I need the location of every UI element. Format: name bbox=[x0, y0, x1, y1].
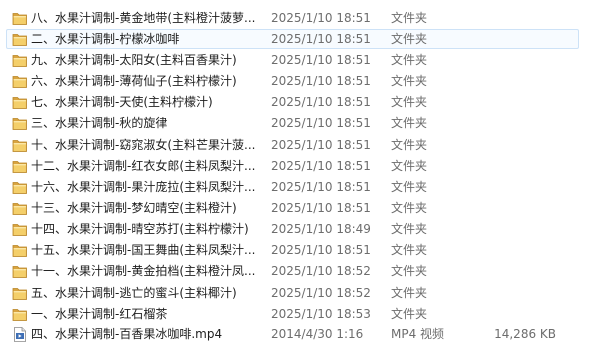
folder-icon bbox=[12, 243, 28, 258]
folder-row[interactable]: 三、水果汁调制-秋的旋律 2025/1/10 18:51 文件夹 bbox=[6, 113, 579, 133]
file-name: 一、水果汁调制-红石榴茶 bbox=[31, 307, 168, 321]
file-name: 十二、水果汁调制-红衣女郎(主料凤梨汁... bbox=[31, 159, 256, 173]
file-type: 文件夹 bbox=[391, 116, 428, 130]
file-type: 文件夹 bbox=[391, 159, 428, 173]
folder-icon bbox=[12, 286, 28, 301]
file-name: 九、水果汁调制-太阳女(主料百香果汁) bbox=[31, 53, 237, 67]
folder-row[interactable]: 六、水果汁调制-薄荷仙子(主料柠檬汁) 2025/1/10 18:51 文件夹 bbox=[6, 71, 579, 91]
modified-date: 2025/1/10 18:51 bbox=[271, 159, 371, 173]
folder-row[interactable]: 七、水果汁调制-天使(主料柠檬汁) 2025/1/10 18:51 文件夹 bbox=[6, 92, 579, 112]
file-type: 文件夹 bbox=[391, 53, 428, 67]
file-name: 二、水果汁调制-柠檬冰咖啡 bbox=[31, 32, 180, 46]
modified-date: 2025/1/10 18:51 bbox=[271, 95, 371, 109]
file-type: 文件夹 bbox=[391, 222, 428, 236]
file-type: MP4 视频 bbox=[391, 327, 445, 341]
file-name: 十一、水果汁调制-黄金拍档(主料橙汁凤... bbox=[31, 264, 256, 278]
folder-row[interactable]: 十一、水果汁调制-黄金拍档(主料橙汁凤... 2025/1/10 18:52 文件夹 bbox=[6, 261, 579, 281]
folder-row[interactable]: 八、水果汁调制-黄金地带(主料橙汁菠萝... 2025/1/10 18:51 文件夹 bbox=[6, 8, 579, 28]
file-type: 文件夹 bbox=[391, 32, 428, 46]
file-type: 文件夹 bbox=[391, 95, 428, 109]
folder-icon bbox=[12, 32, 28, 47]
file-name: 十四、水果汁调制-晴空苏打(主料柠檬汁) bbox=[31, 222, 249, 236]
folder-icon bbox=[12, 53, 28, 68]
modified-date: 2025/1/10 18:52 bbox=[271, 286, 371, 300]
file-list: 八、水果汁调制-黄金地带(主料橙汁菠萝... 2025/1/10 18:51 文件夹… bbox=[0, 0, 593, 354]
modified-date: 2014/4/30 1:16 bbox=[271, 327, 364, 341]
folder-icon bbox=[12, 180, 28, 195]
file-name: 十六、水果汁调制-果汁庞拉(主料凤梨汁... bbox=[31, 180, 256, 194]
file-type: 文件夹 bbox=[391, 138, 428, 152]
folder-icon bbox=[12, 138, 28, 153]
folder-row[interactable]: 十五、水果汁调制-国王舞曲(主料凤梨汁... 2025/1/10 18:51 文件夹 bbox=[6, 240, 579, 260]
modified-date: 2025/1/10 18:51 bbox=[271, 180, 371, 194]
folder-row[interactable]: 一、水果汁调制-红石榴茶 2025/1/10 18:53 文件夹 bbox=[6, 304, 579, 324]
file-name: 十五、水果汁调制-国王舞曲(主料凤梨汁... bbox=[31, 243, 256, 257]
modified-date: 2025/1/10 18:49 bbox=[271, 222, 371, 236]
modified-date: 2025/1/10 18:51 bbox=[271, 243, 371, 257]
file-name: 五、水果汁调制-逃亡的蜜斗(主料椰汁) bbox=[31, 286, 237, 300]
folder-row[interactable]: 二、水果汁调制-柠檬冰咖啡 2025/1/10 18:51 文件夹 bbox=[6, 29, 579, 49]
folder-icon bbox=[12, 307, 28, 322]
file-name: 六、水果汁调制-薄荷仙子(主料柠檬汁) bbox=[31, 74, 237, 88]
file-type: 文件夹 bbox=[391, 286, 428, 300]
modified-date: 2025/1/10 18:51 bbox=[271, 116, 371, 130]
modified-date: 2025/1/10 18:51 bbox=[271, 201, 371, 215]
folder-row[interactable]: 九、水果汁调制-太阳女(主料百香果汁) 2025/1/10 18:51 文件夹 bbox=[6, 50, 579, 70]
folder-icon bbox=[12, 264, 28, 279]
folder-icon bbox=[12, 116, 28, 131]
modified-date: 2025/1/10 18:51 bbox=[271, 138, 371, 152]
modified-date: 2025/1/10 18:53 bbox=[271, 307, 371, 321]
folder-icon bbox=[12, 222, 28, 237]
folder-icon bbox=[12, 159, 28, 174]
file-type: 文件夹 bbox=[391, 307, 428, 321]
folder-row[interactable]: 十四、水果汁调制-晴空苏打(主料柠檬汁) 2025/1/10 18:49 文件夹 bbox=[6, 219, 579, 239]
file-name: 十、水果汁调制-窈窕淑女(主料芒果汁菠... bbox=[31, 138, 256, 152]
modified-date: 2025/1/10 18:51 bbox=[271, 32, 371, 46]
modified-date: 2025/1/10 18:51 bbox=[271, 53, 371, 67]
folder-icon bbox=[12, 74, 28, 89]
folder-icon bbox=[12, 201, 28, 216]
file-type: 文件夹 bbox=[391, 74, 428, 88]
folder-icon bbox=[12, 95, 28, 110]
folder-row[interactable]: 十六、水果汁调制-果汁庞拉(主料凤梨汁... 2025/1/10 18:51 文件夹 bbox=[6, 177, 579, 197]
file-name: 七、水果汁调制-天使(主料柠檬汁) bbox=[31, 95, 213, 109]
file-type: 文件夹 bbox=[391, 180, 428, 194]
folder-row[interactable]: 十三、水果汁调制-梦幻晴空(主料橙汁) 2025/1/10 18:51 文件夹 bbox=[6, 198, 579, 218]
modified-date: 2025/1/10 18:51 bbox=[271, 74, 371, 88]
file-type: 文件夹 bbox=[391, 264, 428, 278]
folder-row[interactable]: 十二、水果汁调制-红衣女郎(主料凤梨汁... 2025/1/10 18:51 文件夹 bbox=[6, 156, 579, 176]
file-type: 文件夹 bbox=[391, 201, 428, 215]
folder-row[interactable]: 五、水果汁调制-逃亡的蜜斗(主料椰汁) 2025/1/10 18:52 文件夹 bbox=[6, 283, 579, 303]
file-type: 文件夹 bbox=[391, 243, 428, 257]
modified-date: 2025/1/10 18:51 bbox=[271, 11, 371, 25]
modified-date: 2025/1/10 18:52 bbox=[271, 264, 371, 278]
file-row[interactable]: 四、水果汁调制-百香果冰咖啡.mp4 2014/4/30 1:16 MP4 视频 14… bbox=[6, 324, 579, 344]
file-name: 四、水果汁调制-百香果冰咖啡.mp4 bbox=[31, 327, 223, 341]
file-size: 14,286 KB bbox=[494, 327, 556, 341]
file-name: 十三、水果汁调制-梦幻晴空(主料橙汁) bbox=[31, 201, 237, 215]
video-file-icon bbox=[12, 327, 28, 342]
file-name: 三、水果汁调制-秋的旋律 bbox=[31, 116, 168, 130]
file-type: 文件夹 bbox=[391, 11, 428, 25]
file-name: 八、水果汁调制-黄金地带(主料橙汁菠萝... bbox=[31, 11, 256, 25]
folder-row[interactable]: 十、水果汁调制-窈窕淑女(主料芒果汁菠... 2025/1/10 18:51 文件夹 bbox=[6, 135, 579, 155]
folder-icon bbox=[12, 11, 28, 26]
